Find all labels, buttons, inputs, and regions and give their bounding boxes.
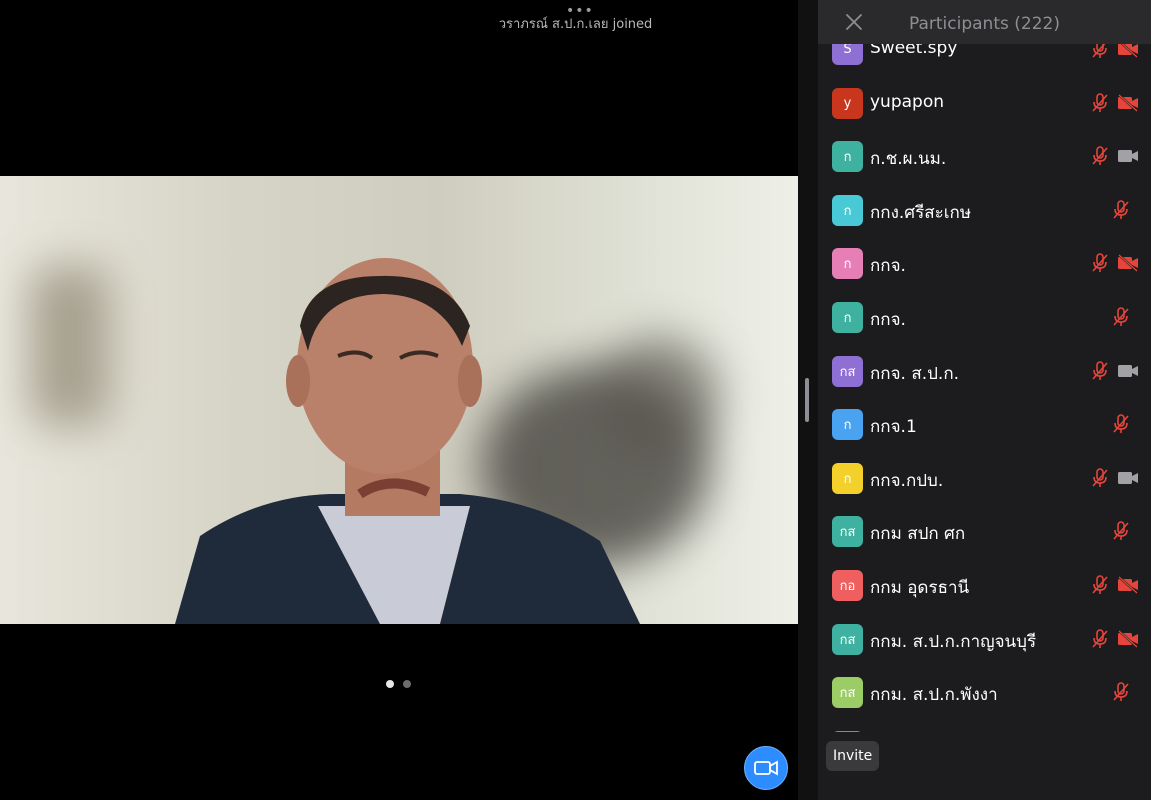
split-drag-handle[interactable] xyxy=(805,378,809,422)
participants-footer: Invite xyxy=(818,732,1151,800)
participant-name: กกม อุดรธานี xyxy=(870,578,970,598)
participant-row[interactable]: y yupapon xyxy=(818,76,1151,130)
video-stage xyxy=(0,0,798,800)
mic-muted-icon xyxy=(1092,628,1108,649)
participant-row[interactable]: ก กกจ.กปบ. xyxy=(818,451,1151,505)
participant-row[interactable]: กส กกม. ส.ป.ก.กาญจนบุรี xyxy=(818,612,1151,666)
mic-muted-icon xyxy=(1113,307,1129,327)
mic-muted-icon xyxy=(1092,146,1108,166)
mic-muted-icon xyxy=(1092,467,1108,488)
camera-off-icon xyxy=(1117,93,1139,112)
participant-name: กกม. ส.ป.ก.กาญจนบุรี xyxy=(870,631,1037,652)
participants-panel: Participants (222) S Sweet.spy y yupapon ก ก.… xyxy=(818,0,1151,800)
mic-muted-icon xyxy=(1092,44,1108,59)
participant-row[interactable]: กอ กกม อุดรธานี xyxy=(818,558,1151,612)
mic-muted-icon xyxy=(1092,253,1108,273)
participant-name: กกม สปก ศก xyxy=(870,524,966,545)
page-dot-1[interactable] xyxy=(386,680,394,688)
participant-name: กกจ.กปบ. xyxy=(870,470,944,491)
camera-on-icon xyxy=(1117,469,1139,487)
participant-row[interactable]: ก กกจ. xyxy=(818,290,1151,344)
mic-muted-icon xyxy=(1113,199,1129,220)
camera-off-icon xyxy=(1117,576,1139,594)
page-dot-2[interactable] xyxy=(403,680,411,688)
participant-avatar: ก xyxy=(832,462,863,494)
participants-list[interactable]: S Sweet.spy y yupapon กก.ช.ผ.นม. กกกง.ศรีสะเก… xyxy=(818,44,1151,732)
camera-on-icon xyxy=(1117,147,1139,165)
video-camera-icon xyxy=(754,760,778,776)
participant-name: กกจ. xyxy=(870,310,906,330)
participant-name: กกจ. xyxy=(870,256,906,277)
video-toggle-button[interactable] xyxy=(744,746,788,790)
mic-muted-icon xyxy=(1092,92,1108,113)
participant-row[interactable]: S Sweet.spy xyxy=(818,44,1151,76)
participant-name: กกม. ส.ป.ก.พังงา xyxy=(870,685,998,706)
participant-row[interactable] xyxy=(818,719,1151,732)
camera-off-icon xyxy=(1117,44,1139,58)
participant-avatar: ก xyxy=(832,409,863,441)
participant-row[interactable]: กส กกม. ส.ป.ก.พังงา xyxy=(818,665,1151,719)
participant-name: Sweet.spy xyxy=(870,44,958,58)
mic-muted-icon xyxy=(1113,414,1129,434)
mic-muted-icon xyxy=(1092,360,1108,381)
participant-row[interactable]: ก ก.ช.ผ.นม. xyxy=(818,129,1151,183)
more-dots-icon[interactable]: ••• xyxy=(566,3,594,19)
camera-off-icon xyxy=(1117,629,1139,648)
participant-name: กกจ. ส.ป.ก. xyxy=(870,363,960,384)
participant-avatar: กอ xyxy=(832,570,863,601)
participant-avatar: ก xyxy=(832,141,863,173)
participant-row[interactable]: กส กกม สปก ศก xyxy=(818,504,1151,558)
participant-avatar: กส xyxy=(832,623,863,655)
participant-avatar: S xyxy=(832,44,863,65)
participant-avatar: ก xyxy=(832,248,863,280)
participant-avatar: ก xyxy=(832,194,863,226)
participant-avatar: กส xyxy=(832,516,863,548)
participant-name: กกจ.1 xyxy=(870,417,917,438)
participants-title: Participants (222) xyxy=(909,14,1060,34)
participant-name: กกง.ศรีสะเกษ xyxy=(870,202,972,223)
participant-name: yupapon xyxy=(870,91,945,112)
participant-row[interactable]: ก กกจ.1 xyxy=(818,397,1151,451)
participant-avatar: y xyxy=(832,87,863,119)
participant-row[interactable]: ก กกง.ศรีสะเกษ xyxy=(818,183,1151,237)
participant-row[interactable]: ก กกจ. xyxy=(818,236,1151,290)
participant-avatar: กส xyxy=(832,355,863,387)
mic-muted-icon xyxy=(1092,575,1108,595)
participant-row[interactable]: กส กกจ. ส.ป.ก. xyxy=(818,344,1151,398)
participants-header: Participants (222) xyxy=(818,0,1151,44)
active-speaker-video[interactable] xyxy=(0,176,798,624)
mic-muted-icon xyxy=(1113,682,1129,702)
invite-button[interactable]: Invite xyxy=(826,741,880,771)
camera-off-icon xyxy=(1117,254,1139,273)
participant-avatar: ก xyxy=(832,302,863,333)
speaker-figure xyxy=(175,258,640,624)
mic-muted-icon xyxy=(1113,521,1129,541)
participant-name: ก.ช.ผ.นม. xyxy=(870,149,947,170)
camera-on-icon xyxy=(1117,362,1139,380)
participant-avatar: กส xyxy=(832,677,863,709)
page-indicator[interactable] xyxy=(386,680,411,688)
